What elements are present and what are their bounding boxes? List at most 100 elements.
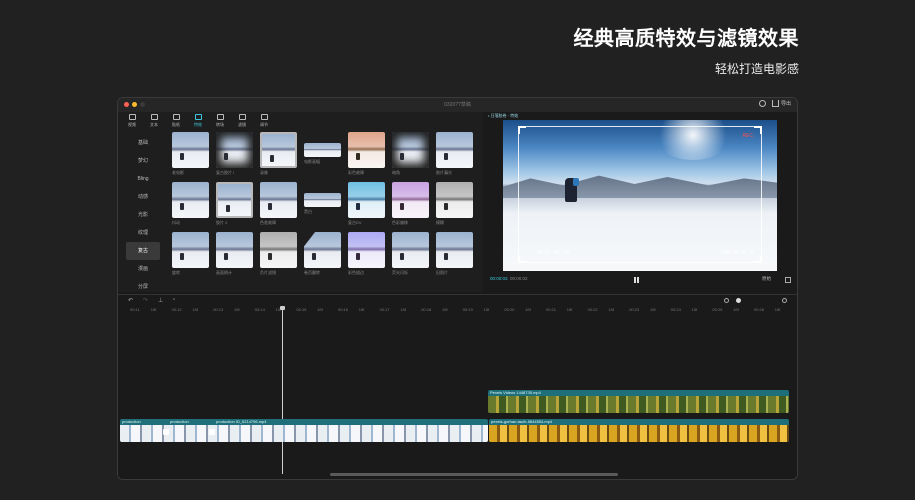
ruler-tick: 15f: [566, 307, 573, 312]
category-item[interactable]: 漫画: [126, 260, 160, 278]
effect-thumbnail: [348, 232, 385, 268]
toolbar-tab[interactable]: 文本: [146, 112, 162, 130]
category-item[interactable]: Bling: [126, 170, 160, 188]
video-icon: [128, 114, 136, 120]
pause-icon[interactable]: [634, 277, 640, 283]
effect-thumbnail: [172, 132, 209, 168]
snap-icon[interactable]: [724, 298, 729, 303]
ruler-tick: 00:13: [213, 307, 224, 312]
effect-tile[interactable]: 录像: [260, 132, 297, 176]
ruler-tick: 15f: [317, 307, 323, 312]
effect-tile[interactable]: 抖动: [172, 182, 209, 226]
toolbar-tab-label: 贴纸: [172, 122, 180, 127]
effect-name: 黑白: [304, 209, 312, 214]
effect-tile[interactable]: 电影画幅: [304, 132, 341, 176]
sticker-icon: [172, 114, 180, 120]
toolbar-tab[interactable]: 视频: [124, 112, 140, 130]
zoom-slider-handle[interactable]: [736, 298, 741, 303]
toolbar-tab[interactable]: 贴纸: [168, 112, 184, 130]
category-item[interactable]: 动感: [126, 188, 160, 206]
effect-tile[interactable]: 彩色故障: [348, 132, 385, 176]
overlay-clip[interactable]: Pexels Videos 1448735.mp4: [488, 390, 789, 413]
redo-icon[interactable]: ↷: [143, 297, 148, 304]
ruler-tick: 15f: [691, 307, 698, 312]
effect-tile[interactable]: 彩色描边: [348, 232, 385, 276]
ruler-tick: 00:26: [754, 307, 765, 312]
preview-frame[interactable]: REC 00:15 : 04 : 20 1080 4K 25 : 9: [503, 120, 777, 271]
clip-name: pexels-gorhan-taulh-5844554.mp4: [491, 419, 553, 424]
category-item[interactable]: 光影: [126, 206, 160, 224]
viewfinder-corner: [518, 255, 526, 263]
main-clip-b[interactable]: pexels-gorhan-taulh-5844554.mp4: [489, 419, 789, 442]
text-icon: [150, 114, 158, 120]
undo-icon[interactable]: ↶: [128, 297, 133, 304]
effect-tile[interactable]: 模糊: [436, 182, 473, 226]
main-clip-a[interactable]: production production production ID_5214…: [120, 419, 488, 442]
main-clip-b-frames: [489, 425, 789, 442]
effect-tile[interactable]: 荧光闪烁: [392, 232, 429, 276]
effect-tile[interactable]: 色差故障: [260, 182, 297, 226]
aspect-ratio-select[interactable]: 原始: [762, 276, 771, 282]
effect-name: 胶片 2: [216, 220, 228, 225]
effect-tile[interactable]: 复古DV: [348, 182, 385, 226]
category-item[interactable]: 纹理: [126, 224, 160, 242]
effect-tile[interactable]: 画面倒计: [216, 232, 253, 276]
media-panel: 视频 文本 贴纸 特效 转场 滤镜 调节 基础 梦幻 Bling 动感 光影 纹理 复古 漫画 分屏 老电影…: [118, 112, 483, 292]
main-clip-a-frames: [120, 425, 488, 442]
effect-tile[interactable]: 暗角: [392, 132, 429, 176]
toolbar-tab[interactable]: 转场: [212, 112, 228, 130]
delete-icon[interactable]: ▫: [173, 297, 175, 303]
ruler-tick: 15f: [400, 307, 406, 312]
ruler-tick: 00:17: [379, 307, 390, 312]
category-item[interactable]: 基础: [126, 134, 160, 152]
export-button[interactable]: 导出: [771, 100, 791, 107]
timeline-scrollbar[interactable]: [330, 473, 618, 476]
ruler-tick: 00:18: [421, 307, 432, 312]
effect-thumbnail: [436, 132, 473, 168]
timeline-settings-icon[interactable]: [782, 298, 787, 303]
effect-tile[interactable]: 卷页翻转: [304, 232, 341, 276]
category-item[interactable]: 复古: [126, 242, 160, 260]
toolbar-tab[interactable]: 调节: [256, 112, 272, 130]
time-ruler[interactable]: 00:11 15f 00:12 15f 00:13 15f 00:14 15f 00:15 15f…: [118, 307, 797, 315]
effect-tile[interactable]: 胶片漏光: [436, 132, 473, 176]
effect-name: 老电影: [172, 170, 184, 175]
ruler-tick: 00:12: [171, 307, 182, 312]
clip-name: production ID_5214796.mp4: [216, 419, 267, 424]
fullscreen-icon[interactable]: [785, 277, 791, 283]
effect-thumbnail: [392, 132, 429, 168]
clip-name: production: [122, 419, 141, 424]
effect-tile[interactable]: 旧照片: [436, 232, 473, 276]
toolbar-tab[interactable]: 滤镜: [234, 112, 250, 130]
camcorder-overlay: REC 00:15 : 04 : 20 1080 4K 25 : 9: [518, 126, 762, 263]
split-icon[interactable]: ⊥: [158, 297, 163, 304]
help-icon[interactable]: [758, 100, 766, 107]
toolbar-tab-label: 文本: [150, 122, 158, 127]
effect-name: 卷页翻转: [304, 270, 320, 275]
effect-tile[interactable]: 负片滤镜: [260, 232, 297, 276]
ruler-tick: 15f: [358, 307, 365, 312]
ruler-tick: 15f: [150, 307, 157, 312]
effect-name: 旋转: [172, 270, 180, 275]
effect-name: 彩色故障: [348, 170, 364, 175]
effect-name: 负片滤镜: [260, 270, 276, 275]
effect-name: 色彩偏移: [392, 220, 408, 225]
ruler-tick: 15f: [733, 307, 739, 312]
effect-tile[interactable]: 老电影: [172, 132, 209, 176]
effect-tile[interactable]: 胶片 2: [216, 182, 253, 226]
transition-icon[interactable]: [163, 429, 169, 435]
category-item[interactable]: 梦幻: [126, 152, 160, 170]
effect-name: 旧照片: [436, 270, 448, 275]
ruler-tick: 15f: [650, 307, 656, 312]
ruler-tick: 00:16: [338, 307, 349, 312]
effect-tile[interactable]: 黑白: [304, 182, 341, 226]
effect-tile[interactable]: 色彩偏移: [392, 182, 429, 226]
effect-thumbnail: [260, 232, 297, 268]
transition-icon[interactable]: [209, 429, 215, 435]
editor-window: 0320??草稿 导出 视频 文本 贴纸 特效 转场 滤镜 调节 基础 梦幻 Bling 动感 光影…: [117, 97, 798, 480]
playhead[interactable]: [280, 306, 285, 474]
toolbar-tab[interactable]: 特效: [190, 112, 206, 130]
effect-tile[interactable]: 复古胶片 I: [216, 132, 253, 176]
effect-tile[interactable]: 旋转: [172, 232, 209, 276]
rec-meta: 1080 4K 25 : 9: [720, 250, 753, 256]
